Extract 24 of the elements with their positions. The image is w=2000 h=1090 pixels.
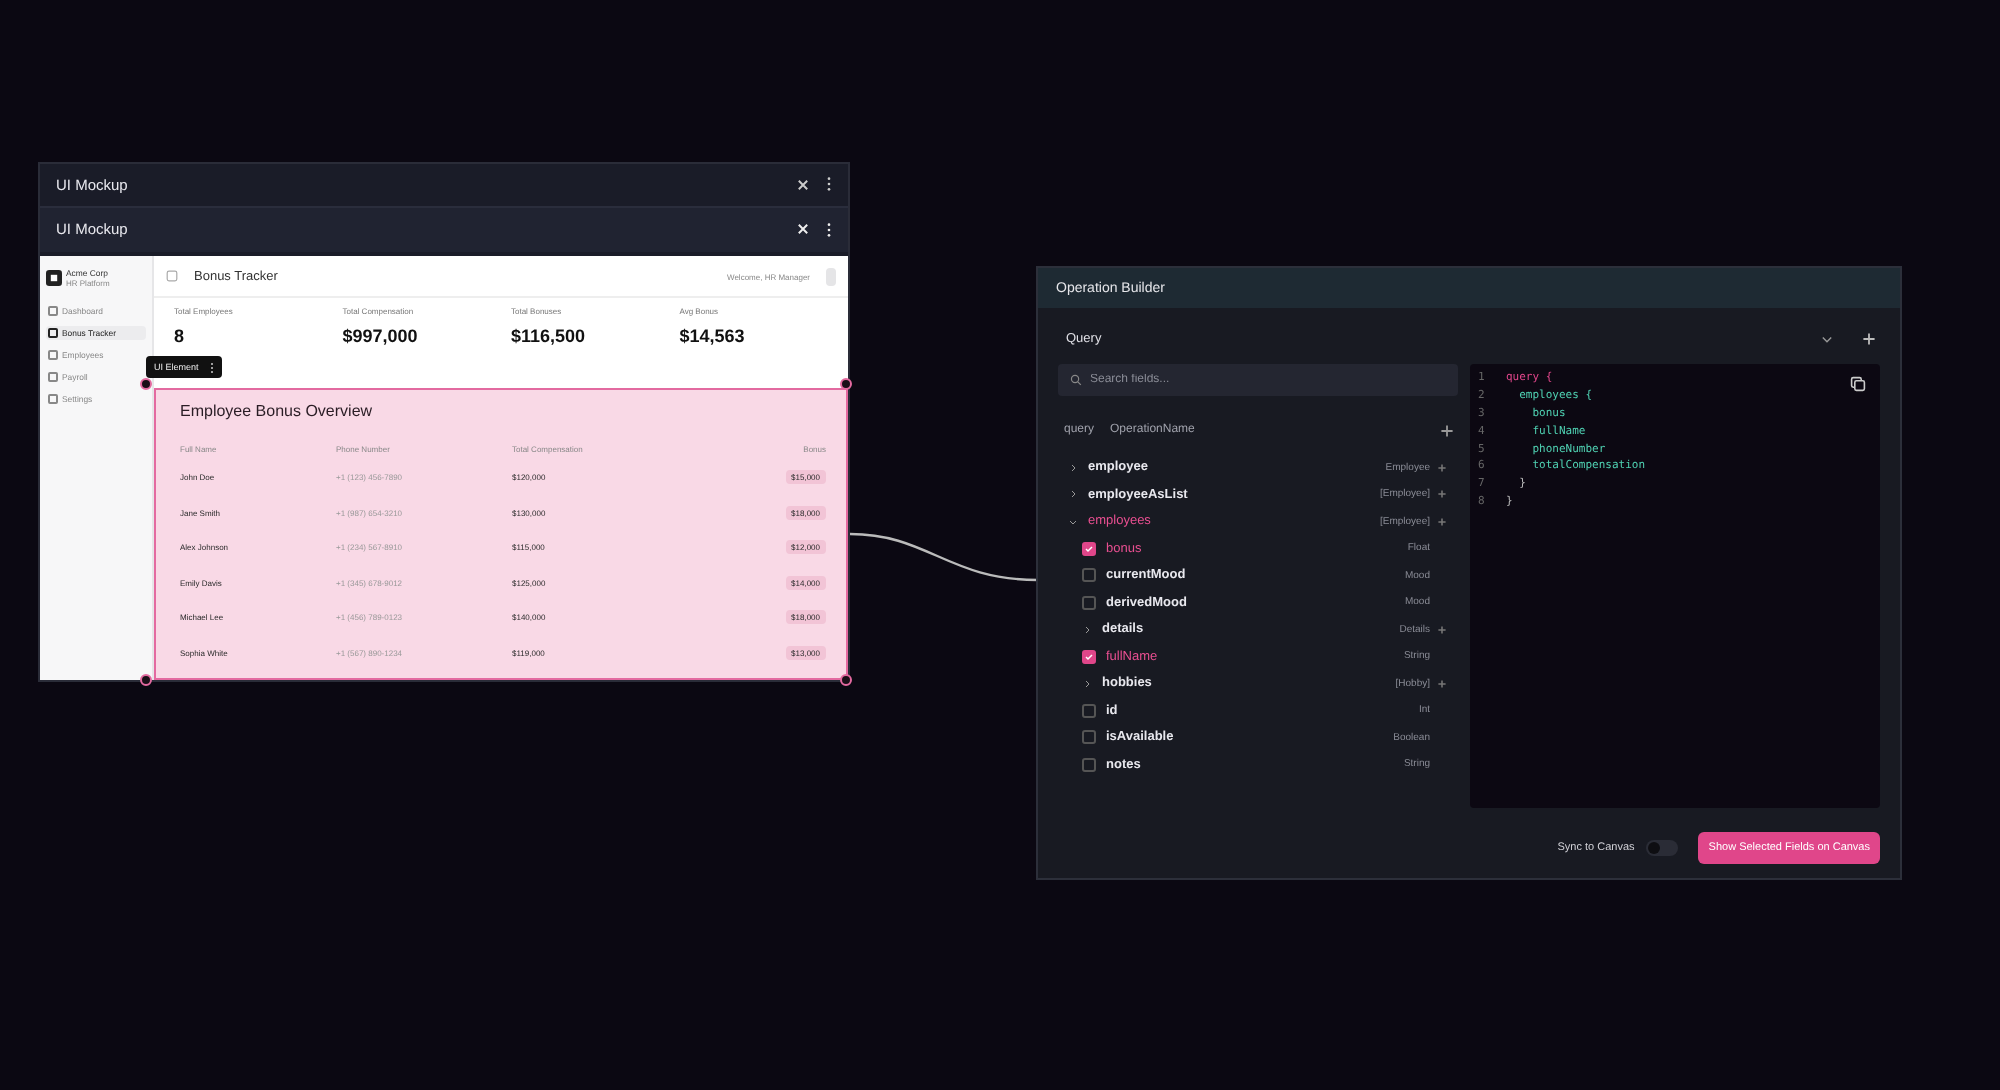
checkbox[interactable] <box>1082 730 1096 745</box>
logo-icon <box>46 270 62 286</box>
search-icon <box>1070 374 1082 386</box>
stat-value: $997,000 <box>342 326 420 346</box>
sidebar-toggle-icon[interactable] <box>166 270 178 282</box>
checkbox[interactable] <box>1082 568 1096 583</box>
checkbox[interactable] <box>1082 757 1096 772</box>
chevron-down-icon[interactable] <box>1820 331 1834 345</box>
copy-icon[interactable] <box>1850 376 1866 392</box>
checkbox[interactable] <box>1082 649 1096 664</box>
close-icon[interactable] <box>796 177 810 192</box>
checkbox[interactable] <box>1082 703 1096 718</box>
stat-value: 8 <box>174 326 187 346</box>
more-icon[interactable] <box>826 176 832 193</box>
checkbox[interactable] <box>1082 595 1096 610</box>
more-icon[interactable] <box>826 221 832 238</box>
stat-value: $14,563 <box>679 326 747 346</box>
plus-icon[interactable] <box>1440 423 1454 437</box>
resize-handle[interactable] <box>840 674 852 686</box>
checkbox[interactable] <box>1082 541 1096 556</box>
stat-value: $116,500 <box>511 326 588 346</box>
plus-icon[interactable] <box>1862 331 1876 345</box>
table-title: Employee Bonus Overview <box>180 402 375 420</box>
toggle-switch[interactable] <box>1646 840 1679 856</box>
